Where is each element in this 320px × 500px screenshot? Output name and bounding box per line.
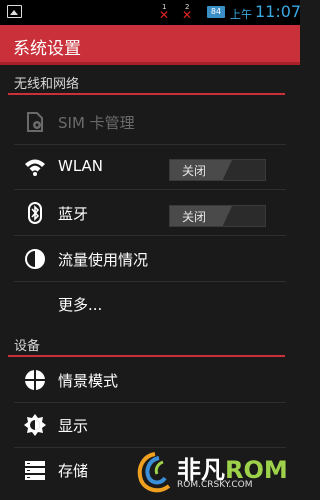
watermark-logo: 非凡ROM ROM.CRSKY.COM <box>135 448 295 496</box>
toggle-knob: 关闭 <box>170 160 232 180</box>
setting-item-bluetooth[interactable]: 蓝牙 关闭 <box>0 191 300 236</box>
clock-time: 11:07 <box>255 2 302 21</box>
section-header-label: 设备 <box>14 339 41 354</box>
setting-item-label: 流量使用情况 <box>58 251 149 269</box>
setting-item-audio-profiles[interactable]: 情景模式 <box>0 358 300 403</box>
watermark-url: ROM.CRSKY.COM <box>177 480 253 490</box>
setting-item-label: 显示 <box>58 417 89 435</box>
battery-icon: 84 <box>207 6 225 18</box>
page-title: 系统设置 <box>13 39 81 59</box>
wifi-icon <box>25 159 45 176</box>
toggle-state-label: 关闭 <box>182 210 207 224</box>
audio-profiles-icon <box>25 370 45 390</box>
storage-icon <box>25 461 45 480</box>
section-header-device: 设备 <box>0 335 300 357</box>
setting-item-label: WLAN <box>58 157 104 175</box>
status-bar: 1 ✕ 2 ✕ 84 上午 11:07 <box>0 0 302 25</box>
action-bar: 系统设置 <box>0 25 300 65</box>
toggle-state-label: 关闭 <box>182 164 207 178</box>
data-usage-icon <box>25 249 45 269</box>
display-brightness-icon <box>24 414 46 436</box>
setting-item-label: 更多... <box>58 296 103 314</box>
setting-item-data-usage[interactable]: 流量使用情况 <box>0 237 300 282</box>
setting-item-label: 存储 <box>58 462 89 480</box>
section-header-label: 无线和网络 <box>14 77 80 92</box>
gallery-notification-icon <box>7 5 22 18</box>
section-header-wireless: 无线和网络 <box>0 73 300 95</box>
setting-item-sim-card[interactable]: SIM 卡管理 <box>0 100 300 145</box>
toggle-knob: 关闭 <box>170 206 232 226</box>
setting-item-wlan[interactable]: WLAN 关闭 <box>0 145 300 190</box>
setting-item-label: 蓝牙 <box>58 205 89 223</box>
section-divider <box>8 93 285 95</box>
row-divider <box>14 235 286 236</box>
bluetooth-icon <box>28 202 42 224</box>
wlan-toggle[interactable]: 关闭 <box>169 159 266 181</box>
bluetooth-toggle[interactable]: 关闭 <box>169 205 266 227</box>
sim1-no-signal-icon: 1 ✕ <box>159 3 170 22</box>
section-divider <box>8 355 285 357</box>
setting-item-label: 情景模式 <box>58 372 119 390</box>
watermark-swirl-icon <box>137 452 171 493</box>
sim-card-icon <box>27 112 43 132</box>
clock-ampm: 上午 <box>230 8 252 21</box>
setting-item-label: SIM 卡管理 <box>58 114 135 132</box>
row-divider <box>14 189 286 190</box>
setting-item-more[interactable]: 更多... <box>0 282 300 327</box>
setting-item-display[interactable]: 显示 <box>0 403 300 448</box>
sim2-no-signal-icon: 2 ✕ <box>182 3 193 22</box>
